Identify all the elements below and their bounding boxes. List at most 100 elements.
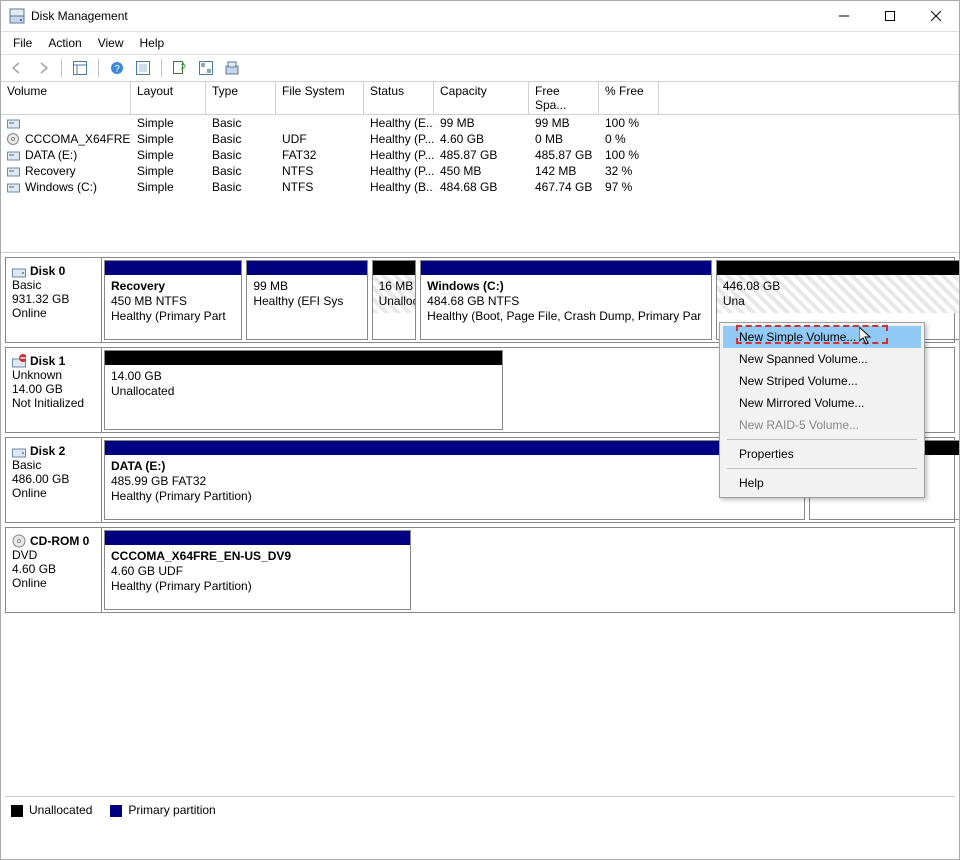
show-hide-tree-button[interactable]	[68, 56, 92, 80]
partition[interactable]: CCCOMA_X64FRE_EN-US_DV94.60 GB UDFHealth…	[104, 530, 411, 610]
app-icon	[9, 8, 25, 24]
column-header[interactable]: Type	[206, 82, 276, 115]
volume-list[interactable]: VolumeLayoutTypeFile SystemStatusCapacit…	[1, 82, 959, 253]
help-button[interactable]: ?	[105, 56, 129, 80]
menu-item-new-mirrored-volume[interactable]: New Mirrored Volume...	[723, 392, 921, 414]
titlebar: Disk Management	[1, 1, 959, 32]
unallocated-icon	[373, 261, 416, 275]
column-header[interactable]: Volume	[1, 82, 131, 115]
partition[interactable]: 99 MBHealthy (EFI Sys	[246, 260, 367, 340]
close-button[interactable]	[913, 1, 959, 31]
volume-name: Windows (C:)	[25, 180, 97, 194]
partition-size: 485.99 GB FAT32	[111, 474, 206, 488]
menu-item-help[interactable]: Help	[723, 472, 921, 494]
forward-button	[31, 56, 55, 80]
volume-name: DATA (E:)	[25, 148, 77, 162]
menu-action[interactable]: Action	[40, 34, 89, 52]
partition-size: 14.00 GB	[111, 369, 162, 383]
partition-size: 99 MB	[253, 279, 288, 293]
menu-separator	[727, 439, 917, 440]
volume-name: CCCOMA_X64FRE...	[25, 132, 131, 146]
disk-header[interactable]: CD-ROM 0DVD4.60 GBOnline	[6, 528, 102, 612]
volume-name: Recovery	[25, 164, 76, 178]
menu-separator	[727, 468, 917, 469]
partition-label: DATA (E:)	[111, 459, 165, 473]
legend: Unallocated Primary partition	[5, 796, 955, 823]
column-header[interactable]: Layout	[131, 82, 206, 115]
primary-partition-icon	[105, 441, 804, 455]
disk-icon	[12, 354, 26, 368]
unallocated-icon	[717, 261, 959, 275]
column-header[interactable]: Free Spa...	[529, 82, 599, 115]
properties-button[interactable]	[220, 56, 244, 80]
disk-header[interactable]: Disk 1Unknown14.00 GBNot Initialized	[6, 348, 102, 432]
partition[interactable]: 16 MBUnalloca	[372, 260, 417, 340]
partition-size: 484.68 GB NTFS	[427, 294, 519, 308]
window-title: Disk Management	[31, 9, 128, 23]
context-menu[interactable]: New Simple Volume...New Spanned Volume..…	[719, 322, 925, 498]
back-button	[5, 56, 29, 80]
refresh-button[interactable]	[168, 56, 192, 80]
menu-file[interactable]: File	[5, 34, 40, 52]
column-header[interactable]: File System	[276, 82, 364, 115]
volume-row[interactable]: SimpleBasicHealthy (E...99 MB99 MB100 %	[1, 115, 959, 131]
menu-item-new-raid-5-volume: New RAID-5 Volume...	[723, 414, 921, 436]
column-header[interactable]: % Free	[599, 82, 659, 115]
maximize-button[interactable]	[867, 1, 913, 31]
primary-partition-icon	[421, 261, 711, 275]
partition[interactable]: Recovery450 MB NTFSHealthy (Primary Part	[104, 260, 242, 340]
partition[interactable]: DATA (E:)485.99 GB FAT32Healthy (Primary…	[104, 440, 805, 520]
menu-item-new-simple-volume[interactable]: New Simple Volume...	[723, 326, 921, 348]
menu-item-new-spanned-volume[interactable]: New Spanned Volume...	[723, 348, 921, 370]
unallocated-icon	[105, 351, 502, 365]
partition[interactable]: Windows (C:)484.68 GB NTFSHealthy (Boot,…	[420, 260, 712, 340]
legend-unallocated: Unallocated	[11, 803, 92, 817]
primary-partition-icon	[105, 261, 241, 275]
column-header[interactable]: Capacity	[434, 82, 529, 115]
partition-size: 450 MB NTFS	[111, 294, 187, 308]
menu-help[interactable]: Help	[132, 34, 173, 52]
menubar: FileActionViewHelp	[1, 32, 959, 55]
menu-view[interactable]: View	[90, 34, 132, 52]
rescan-button[interactable]	[194, 56, 218, 80]
partition-status: Healthy (Primary Partition)	[111, 579, 252, 593]
menu-item-properties[interactable]: Properties	[723, 443, 921, 465]
partition-status: Unallocated	[111, 384, 174, 398]
disk-header[interactable]: Disk 2Basic486.00 GBOnline	[6, 438, 102, 522]
disk-header[interactable]: Disk 0Basic931.32 GBOnline	[6, 258, 102, 342]
disk-name: Disk 1	[30, 354, 65, 368]
disk-row: CD-ROM 0DVD4.60 GBOnlineCCCOMA_X64FRE_EN…	[5, 527, 955, 613]
settings-button[interactable]	[131, 56, 155, 80]
volume-row[interactable]: CCCOMA_X64FRE...SimpleBasicUDFHealthy (P…	[1, 131, 959, 147]
column-header[interactable]: Status	[364, 82, 434, 115]
partition-label: CCCOMA_X64FRE_EN-US_DV9	[111, 549, 291, 563]
disk-management-window: Disk Management FileActionViewHelp ? Vol…	[0, 0, 960, 860]
disk-icon	[12, 444, 26, 458]
partition-status: Unalloca	[379, 294, 416, 308]
menu-item-new-striped-volume[interactable]: New Striped Volume...	[723, 370, 921, 392]
partition-size: 4.60 GB UDF	[111, 564, 183, 578]
disk-name: Disk 0	[30, 264, 65, 278]
legend-primary: Primary partition	[110, 803, 215, 817]
partition[interactable]: 14.00 GBUnallocated	[104, 350, 503, 430]
volume-row[interactable]: RecoverySimpleBasicNTFSHealthy (P...450 …	[1, 163, 959, 179]
partition-label: Recovery	[111, 279, 165, 293]
disk-icon	[12, 264, 26, 278]
partition-status: Healthy (Primary Partition)	[111, 489, 252, 503]
disk-icon	[12, 534, 26, 548]
partition-status: Healthy (EFI Sys	[253, 294, 343, 308]
partition-status: Healthy (Primary Part	[111, 309, 226, 323]
primary-partition-icon	[105, 531, 410, 545]
volume-list-header[interactable]: VolumeLayoutTypeFile SystemStatusCapacit…	[1, 82, 959, 115]
volume-row[interactable]: DATA (E:)SimpleBasicFAT32Healthy (P...48…	[1, 147, 959, 163]
partition-size: 16 MB	[379, 279, 414, 293]
partition-status: Healthy (Boot, Page File, Crash Dump, Pr…	[427, 309, 701, 323]
disk-name: CD-ROM 0	[30, 534, 89, 548]
volume-row[interactable]: Windows (C:)SimpleBasicNTFSHealthy (B...…	[1, 179, 959, 195]
minimize-button[interactable]	[821, 1, 867, 31]
primary-partition-icon	[247, 261, 366, 275]
partition-size: 446.08 GB	[723, 279, 780, 293]
partition-status: Una	[723, 294, 745, 308]
svg-text:?: ?	[114, 64, 120, 75]
disk-name: Disk 2	[30, 444, 65, 458]
